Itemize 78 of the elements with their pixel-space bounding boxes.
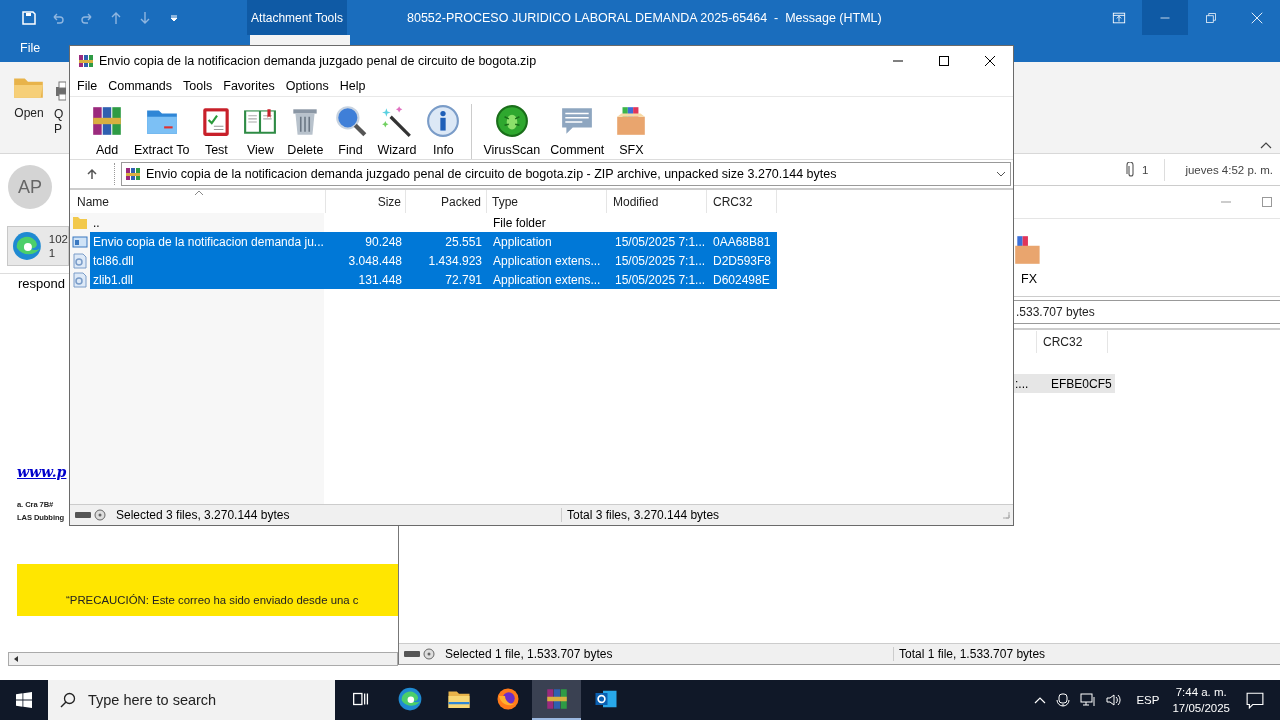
table-cell-text: EFBE0CF5 <box>1050 376 1113 391</box>
table-cell-text: 25.551 <box>444 234 483 249</box>
column-header[interactable]: Packed <box>406 190 487 213</box>
toolbar-button[interactable]: VirusScan <box>478 104 546 157</box>
toolbar-button[interactable]: Add <box>85 104 129 157</box>
file-row[interactable]: Envio copia de la notificacion demanda ju... 90.248 25.551 Application 15/05/2025 7:1... 0AA68B81 <box>90 232 777 251</box>
column-header[interactable]: Type <box>487 190 607 213</box>
table-cell-text: 15/05/2025 7:1... <box>614 234 707 249</box>
received-date: jueves 4:52 p. m. <box>1185 163 1273 176</box>
table-cell-text: 15/05/2025 7:1... <box>614 253 707 268</box>
search-field[interactable]: Type here to search <box>48 680 335 720</box>
avatar: AP <box>8 165 52 209</box>
table-cell-text: 131.448 <box>357 272 403 287</box>
toolbar-button[interactable]: Test <box>194 104 239 157</box>
table-cell-text: 0AA68B81 <box>712 234 772 249</box>
table-cell-text: 3.048.448 <box>347 253 403 268</box>
ribbon-button[interactable]: Open <box>10 70 48 121</box>
menu-item[interactable]: Tools <box>178 79 219 93</box>
attachment-name: 102 <box>48 232 68 246</box>
file-tab[interactable]: File <box>20 41 41 57</box>
attachment-count: 1 <box>1142 163 1149 176</box>
status-text: Selected 1 file, 1.533.707 bytes <box>445 647 894 661</box>
menu-item[interactable]: Favorites <box>218 79 281 93</box>
column-header[interactable]: CRC32 <box>707 190 777 213</box>
table-cell-text: 15/05/2025 7:1... <box>614 272 707 287</box>
table-cell-text: zlib1.dll <box>92 272 135 287</box>
toolbar-button[interactable]: SFX <box>609 104 654 157</box>
message-text: respond <box>18 276 65 292</box>
window-title: Envio copia de la notificacion demanda juzgado penal de circuito de bogota.zip <box>99 54 538 68</box>
toolbar-button[interactable]: Info <box>421 104 466 157</box>
file-row[interactable]: .. File folder <box>90 213 777 232</box>
file-row[interactable]: tcl86.dll 3.048.448 1.434.923 Application extens... 15/05/2025 7:1... D2D593F8 <box>90 251 777 270</box>
table-cell-text: Application extens... <box>492 272 602 287</box>
path-field[interactable]: .533.707 bytes <box>1013 300 1280 324</box>
language-indicator[interactable]: ESP <box>1136 694 1160 706</box>
toolbar-button[interactable]: Comment <box>545 104 610 157</box>
menu-item[interactable]: Help <box>334 79 372 93</box>
file-row[interactable]: :... EFBE0CF5 <box>1013 374 1115 393</box>
toolbar-button[interactable]: Delete <box>282 104 329 157</box>
toolbar-button[interactable]: Find <box>328 104 373 157</box>
toolbar-button[interactable]: FX <box>1015 233 1043 286</box>
status-text: Total 3 files, 3.270.144 bytes <box>566 508 720 522</box>
website-link[interactable]: www.p <box>17 464 67 480</box>
toolbar-button[interactable]: Wizard <box>372 104 422 157</box>
column-header[interactable]: Modified <box>607 190 707 213</box>
status-text: Total 1 file, 1.533.707 bytes <box>898 647 1046 661</box>
table-cell-text: File folder <box>492 215 547 230</box>
menu-item[interactable]: Commands <box>103 79 179 93</box>
search-input[interactable]: Type here to search <box>86 691 330 709</box>
toolbar-button[interactable]: View <box>238 104 283 157</box>
table-cell-text: 90.248 <box>364 234 403 249</box>
ribbon-button[interactable]: Q P <box>54 70 66 137</box>
table-cell-text: Application <box>492 234 553 249</box>
toolbar-button[interactable]: Extract To <box>129 104 195 157</box>
caution-text: “PRECAUCIÓN: Este correo ha sido enviado desde una c <box>66 593 360 607</box>
column-header[interactable]: Size <box>326 190 406 213</box>
attachment-size: 1 <box>48 246 57 260</box>
file-row[interactable]: zlib1.dll 131.448 72.791 Application extens... 15/05/2025 7:1... D602498E <box>90 270 777 289</box>
table-cell-text: .. <box>92 215 101 230</box>
status-text: Selected 3 files, 3.270.144 bytes <box>116 508 562 522</box>
menu-item[interactable]: Options <box>280 79 335 93</box>
table-cell-text: D2D593F8 <box>712 253 773 268</box>
clock-time[interactable]: 7:44 a. m. <box>1175 684 1227 700</box>
table-cell-text: 72.791 <box>444 272 483 287</box>
path-field[interactable]: Envio copia de la notificacion demanda juzgado penal de circuito de bogota.zip - ZIP archive, unpacked size 3.270.144 bytes <box>121 162 1011 186</box>
table-cell-text: :... <box>1014 376 1030 391</box>
table-cell-text: 1.434.923 <box>427 253 483 268</box>
table-cell-text: tcl86.dll <box>92 253 135 268</box>
window-title: 80552-PROCESO JURIDICO LABORAL DEMANDA 2025-65464 - Message (HTML) <box>407 10 882 25</box>
table-cell-text: Envio copia de la notificacion demanda ju... <box>92 234 325 249</box>
column-header[interactable]: CRC32 <box>1036 331 1108 353</box>
table-cell-text: Application extens... <box>492 253 602 268</box>
attachment-card[interactable]: 102 1 <box>7 226 69 266</box>
column-header[interactable]: Name <box>72 190 326 213</box>
table-cell-text: D602498E <box>712 272 771 287</box>
menu-item[interactable]: File <box>72 79 104 93</box>
context-tab-label: Attachment Tools <box>247 0 347 35</box>
clock-date[interactable]: 17/05/2025 <box>1172 700 1230 716</box>
